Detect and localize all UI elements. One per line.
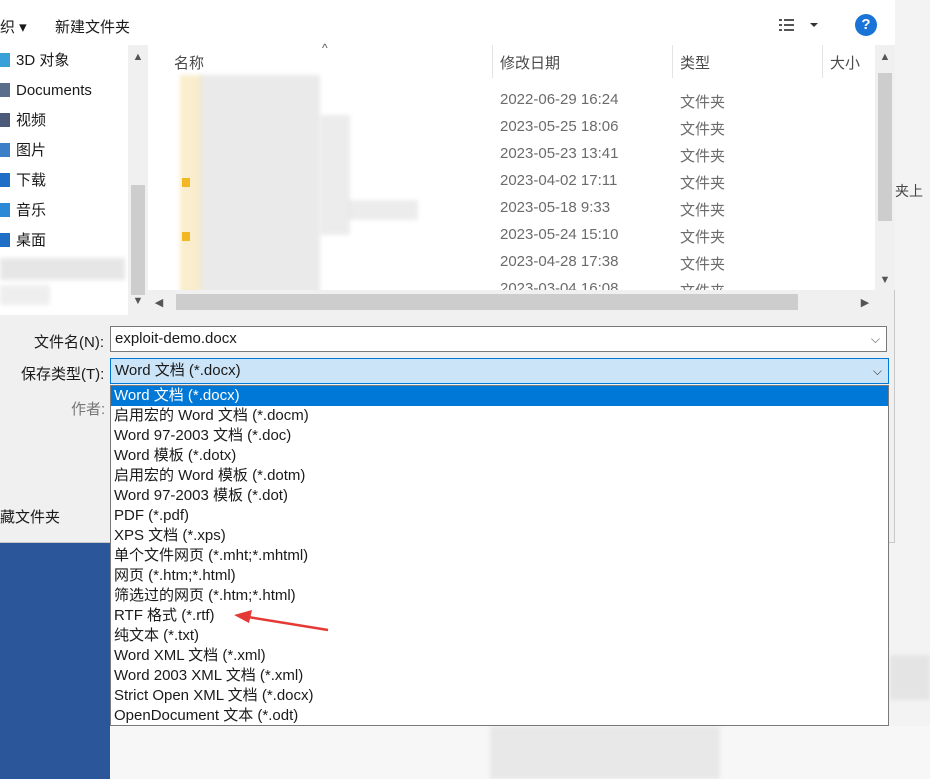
sidebar-item[interactable]: 桌面 (0, 226, 46, 256)
filetype-select[interactable]: Word 文档 (*.docx) ⌵ (110, 358, 889, 384)
sidebar-item-label: 下载 (16, 172, 47, 189)
table-row[interactable]: 2023-05-25 18:06 文件夹 (148, 114, 875, 140)
filetype-option[interactable]: 单个文件网页 (*.mht;*.mhtml) (111, 546, 888, 566)
organize-button[interactable]: 织 ▾ (0, 16, 27, 37)
column-divider (672, 45, 673, 78)
h-scroll-thumb[interactable] (176, 294, 798, 310)
filetype-option[interactable]: Word 模板 (*.dotx) (111, 446, 888, 466)
chevron-down-icon[interactable]: ⌵ (871, 327, 880, 351)
sidebar-item[interactable]: 下载 (0, 166, 46, 196)
nav-scrollbar[interactable]: ▲ ▼ (128, 45, 148, 315)
row-type: 文件夹 (680, 229, 726, 246)
sort-ascending-icon: ^ (322, 41, 328, 55)
filename-label: 文件名(N): (34, 334, 104, 351)
row-type: 文件夹 (680, 175, 726, 192)
sidebar-item-label: 图片 (16, 142, 47, 159)
row-type: 文件夹 (680, 121, 726, 138)
author-label: 作者: (71, 401, 106, 418)
column-header-size[interactable]: 大小 (830, 52, 860, 73)
downloads-icon (0, 173, 10, 187)
list-vertical-scrollbar[interactable]: ▲ ▼ (875, 45, 895, 290)
sidebar-item[interactable]: Documents (0, 76, 92, 106)
table-row[interactable]: 2023-04-02 17:11 文件夹 (148, 168, 875, 194)
list-scroll-thumb[interactable] (878, 73, 892, 221)
sidebar-item[interactable]: 视频 (0, 106, 46, 136)
row-date: 2022-06-29 16:24 (500, 91, 619, 108)
scroll-left-icon[interactable]: ◀ (152, 296, 166, 309)
help-icon[interactable]: ? (855, 14, 877, 36)
table-row[interactable]: 2023-04-28 17:38 文件夹 (148, 249, 875, 275)
sidebar-item[interactable]: 3D 对象 (0, 46, 69, 76)
filetype-option[interactable]: 启用宏的 Word 模板 (*.dotm) (111, 466, 888, 486)
sidebar-item[interactable]: 音乐 (0, 196, 46, 226)
view-list-icon[interactable] (778, 17, 818, 37)
desktop-icon (0, 233, 10, 247)
row-type: 文件夹 (680, 148, 726, 165)
row-type: 文件夹 (680, 202, 726, 219)
sidebar-item[interactable]: 图片 (0, 136, 46, 166)
nav-scroll-thumb[interactable] (131, 185, 145, 295)
sidebar-item-label: 桌面 (16, 232, 47, 249)
word-backstage-sidebar (0, 543, 110, 779)
documents-icon (0, 83, 10, 97)
row-date: 2023-05-23 13:41 (500, 145, 619, 162)
table-row[interactable]: 2022-06-29 16:24 文件夹 (148, 87, 875, 113)
3d-objects-icon (0, 53, 10, 67)
filetype-option[interactable]: OpenDocument 文本 (*.odt) (111, 706, 888, 726)
column-divider (822, 45, 823, 78)
navigation-pane: 3D 对象 Documents 视频图片下载音乐桌面 (0, 45, 148, 315)
column-header-name[interactable]: 名称 (174, 52, 204, 73)
scroll-right-icon[interactable]: ▶ (858, 296, 872, 309)
sidebar-item-label: 视频 (16, 112, 47, 129)
annotation-arrow-icon (234, 610, 329, 632)
scroll-down-icon[interactable]: ▼ (875, 274, 895, 286)
filetype-option[interactable]: Word XML 文档 (*.xml) (111, 646, 888, 666)
filetype-value: Word 文档 (*.docx) (115, 362, 241, 379)
filetype-dropdown-list: Word 文档 (*.docx) 启用宏的 Word 文档 (*.docm) Wor… (110, 385, 889, 726)
filetype-option[interactable]: XPS 文档 (*.xps) (111, 526, 888, 546)
filetype-option[interactable]: 筛选过的网页 (*.htm;*.html) (111, 586, 888, 606)
filetype-option[interactable]: Word 2003 XML 文档 (*.xml) (111, 666, 888, 686)
row-date: 2023-05-18 9:33 (500, 199, 611, 216)
toolbar: 织 ▾ 新建文件夹 ? (0, 0, 895, 45)
chevron-down-icon[interactable]: ⌵ (873, 359, 882, 383)
scroll-up-icon[interactable]: ▲ (875, 51, 895, 63)
sidebar-item-label: 音乐 (16, 202, 47, 219)
videos-icon (0, 113, 10, 127)
row-date: 2023-04-02 17:11 (500, 172, 618, 189)
hide-folders-button[interactable]: 藏文件夹 (0, 506, 60, 527)
new-folder-button[interactable]: 新建文件夹 (55, 16, 130, 37)
filetype-option[interactable]: PDF (*.pdf) (111, 506, 888, 526)
scroll-down-icon[interactable]: ▼ (128, 295, 148, 307)
list-horizontal-scrollbar[interactable]: ◀ ▶ (148, 290, 875, 315)
filetype-option[interactable]: Word 97-2003 模板 (*.dot) (111, 486, 888, 506)
filetype-option[interactable]: Word 文档 (*.docx) (111, 386, 888, 406)
row-date: 2023-04-28 17:38 (500, 253, 619, 270)
row-type: 文件夹 (680, 94, 726, 111)
background-text: 夹上 (895, 183, 923, 199)
row-type: 文件夹 (680, 256, 726, 273)
column-header-type[interactable]: 类型 (680, 52, 710, 73)
background-area (110, 726, 930, 779)
filetype-label: 保存类型(T): (21, 366, 105, 383)
scroll-up-icon[interactable]: ▲ (128, 51, 148, 63)
filename-input[interactable]: exploit-demo.docx ⌵ (110, 326, 887, 352)
filename-value: exploit-demo.docx (115, 330, 237, 347)
row-date: 2023-05-24 15:10 (500, 226, 619, 243)
sidebar-item-label: Documents (16, 82, 92, 99)
music-icon (0, 203, 10, 217)
filetype-option[interactable]: 启用宏的 Word 文档 (*.docm) (111, 406, 888, 426)
filetype-option[interactable]: Strict Open XML 文档 (*.docx) (111, 686, 888, 706)
column-divider (492, 45, 493, 78)
table-row[interactable]: 2023-05-18 9:33 文件夹 (148, 195, 875, 221)
filetype-option[interactable]: 网页 (*.htm;*.html) (111, 566, 888, 586)
filetype-option[interactable]: Word 97-2003 文档 (*.doc) (111, 426, 888, 446)
table-row[interactable]: 2023-05-23 13:41 文件夹 (148, 141, 875, 167)
table-row[interactable]: 2023-05-24 15:10 文件夹 (148, 222, 875, 248)
pictures-icon (0, 143, 10, 157)
blurred-region (890, 655, 930, 700)
sidebar-item-label: 3D 对象 (16, 52, 70, 69)
row-date: 2023-05-25 18:06 (500, 118, 619, 135)
column-header-date[interactable]: 修改日期 (500, 52, 560, 73)
